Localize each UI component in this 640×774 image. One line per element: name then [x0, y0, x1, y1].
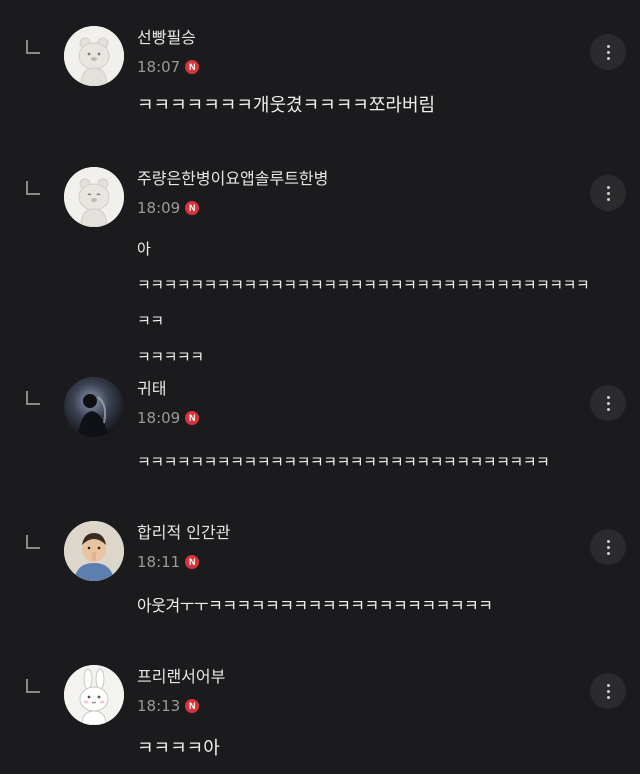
comment-meta: 18:07 N [137, 56, 200, 78]
dark-photo-avatar-icon[interactable] [64, 377, 124, 437]
comment-time: 18:09 [137, 199, 181, 217]
new-badge-icon: N [185, 699, 200, 713]
comment-nickname[interactable]: 프리랜서어부 [137, 666, 225, 688]
bear-avatar-icon[interactable] [64, 26, 124, 86]
comment-nickname[interactable]: 귀태 [137, 378, 166, 400]
comment-text: ㅋㅋㅋㅋㅋㅋㅋㅋㅋㅋㅋㅋㅋㅋㅋㅋㅋㅋㅋㅋㅋㅋㅋㅋㅋㅋㅋㅋㅋㅋㅋ [137, 453, 550, 471]
comment-item: 주량은한병이요앱솔루트한병 18:09 N 아 ㅋㅋㅋㅋㅋㅋㅋㅋㅋㅋㅋㅋㅋㅋㅋㅋ… [0, 167, 640, 366]
reply-arrow-icon [26, 679, 40, 693]
new-badge-icon: N [185, 60, 200, 74]
comment-meta: 18:11 N [137, 551, 200, 573]
reply-arrow-icon [26, 535, 40, 549]
more-options-button[interactable] [590, 673, 626, 709]
child-photo-avatar-icon[interactable] [64, 521, 124, 581]
new-badge-icon: N [185, 411, 200, 425]
more-options-button[interactable] [590, 529, 626, 565]
reply-arrow-icon [26, 181, 40, 195]
reply-arrow-icon [26, 391, 40, 405]
comment-item: 선빵필승 18:07 N ㅋㅋㅋㅋㅋㅋㅋ개웃겼ㅋㅋㅋㅋ쪼라버림 [0, 26, 640, 126]
comment-meta: 18:09 N [137, 197, 200, 219]
reply-arrow-icon [26, 40, 40, 54]
comment-nickname[interactable]: 합리적 인간관 [137, 522, 230, 544]
comment-time: 18:09 [137, 409, 181, 427]
comment-meta: 18:13 N [137, 695, 200, 717]
new-badge-icon: N [185, 555, 200, 569]
comment-nickname[interactable]: 선빵필승 [137, 27, 196, 49]
comment-item: 귀태 18:09 N ㅋㅋㅋㅋㅋㅋㅋㅋㅋㅋㅋㅋㅋㅋㅋㅋㅋㅋㅋㅋㅋㅋㅋㅋㅋㅋㅋㅋㅋ… [0, 377, 640, 487]
comment-text: ㅋㅋㅋㅋㅋㅋㅋ개웃겼ㅋㅋㅋㅋ쪼라버림 [137, 95, 436, 116]
more-options-button[interactable] [590, 34, 626, 70]
more-options-button[interactable] [590, 385, 626, 421]
bunny-avatar-icon[interactable] [64, 665, 124, 725]
more-options-button[interactable] [590, 175, 626, 211]
comment-item: 프리랜서어부 18:13 N ㅋㅋㅋㅋ아 [0, 665, 640, 774]
comment-nickname[interactable]: 주량은한병이요앱솔루트한병 [137, 168, 328, 190]
comment-text: ㅋㅋㅋㅋ아 [137, 738, 220, 759]
comment-time: 18:07 [137, 58, 181, 76]
comment-item: 합리적 인간관 18:11 N 아웃겨ㅜㅜㅋㅋㅋㅋㅋㅋㅋㅋㅋㅋㅋㅋㅋㅋㅋㅋㅋㅋㅋ… [0, 521, 640, 631]
bear-avatar-icon[interactable] [64, 167, 124, 227]
comment-meta: 18:09 N [137, 407, 200, 429]
comment-text: 아웃겨ㅜㅜㅋㅋㅋㅋㅋㅋㅋㅋㅋㅋㅋㅋㅋㅋㅋㅋㅋㅋㅋㅋ [137, 596, 493, 615]
comment-time: 18:11 [137, 553, 181, 571]
comment-text: 아 ㅋㅋㅋㅋㅋㅋㅋㅋㅋㅋㅋㅋㅋㅋㅋㅋㅋㅋㅋㅋㅋㅋㅋㅋㅋㅋㅋㅋㅋㅋㅋㅋㅋㅋㅋㅋ ㅋ… [137, 240, 590, 366]
comment-list: 선빵필승 18:07 N ㅋㅋㅋㅋㅋㅋㅋ개웃겼ㅋㅋㅋㅋ쪼라버림 주량은한병이요앱… [0, 0, 640, 774]
new-badge-icon: N [185, 201, 200, 215]
comment-time: 18:13 [137, 697, 181, 715]
